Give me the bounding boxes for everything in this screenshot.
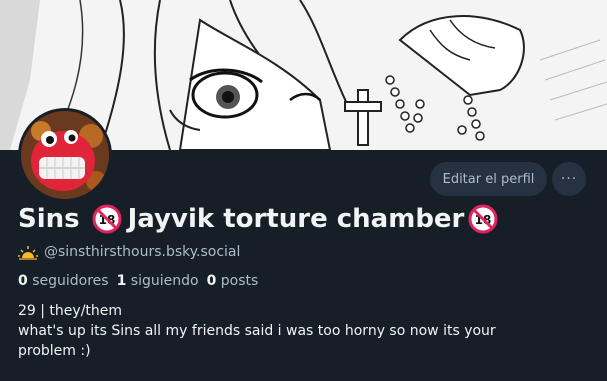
display-name-part1: Sins <box>18 204 80 234</box>
following-count: 1 <box>116 273 127 289</box>
edit-profile-label: Editar el perfil <box>442 171 535 187</box>
more-icon: ··· <box>560 171 578 187</box>
more-options-button[interactable]: ··· <box>552 162 586 196</box>
following-stat[interactable]: 1 siguiendo <box>117 273 199 289</box>
posts-count: 0 <box>206 273 217 289</box>
posts-label: posts <box>220 273 259 289</box>
following-label: siguiendo <box>130 273 199 289</box>
sun-icon <box>18 244 38 260</box>
avatar-image <box>21 111 109 199</box>
bio-line: 29 | they/them <box>18 303 123 319</box>
display-name-part2: Jayvik torture chamber <box>127 204 465 234</box>
adult-18-icon: 18 <box>92 204 122 234</box>
bio-line: what's up its Sins all my friends said i… <box>18 323 496 339</box>
posts-stat: 0 posts <box>207 273 259 289</box>
handle-text[interactable]: @sinsthirsthours.bsky.social <box>44 244 240 260</box>
bio-line: problem :) <box>18 343 91 359</box>
followers-stat[interactable]: 0 seguidores <box>18 273 109 289</box>
followers-count: 0 <box>18 273 28 289</box>
adult-18-icon: 18 <box>468 204 498 234</box>
edit-profile-button[interactable]: Editar el perfil <box>430 162 547 196</box>
profile-stats: 0 seguidores 1 siguiendo 0 posts <box>18 273 258 289</box>
display-name: Sins 18 Jayvik torture chamber 18 <box>18 204 498 234</box>
followers-label: seguidores <box>32 273 109 289</box>
avatar[interactable] <box>18 108 112 202</box>
handle-row: @sinsthirsthours.bsky.social <box>18 244 240 260</box>
profile-bio: 29 | they/them what's up its Sins all my… <box>18 301 578 361</box>
